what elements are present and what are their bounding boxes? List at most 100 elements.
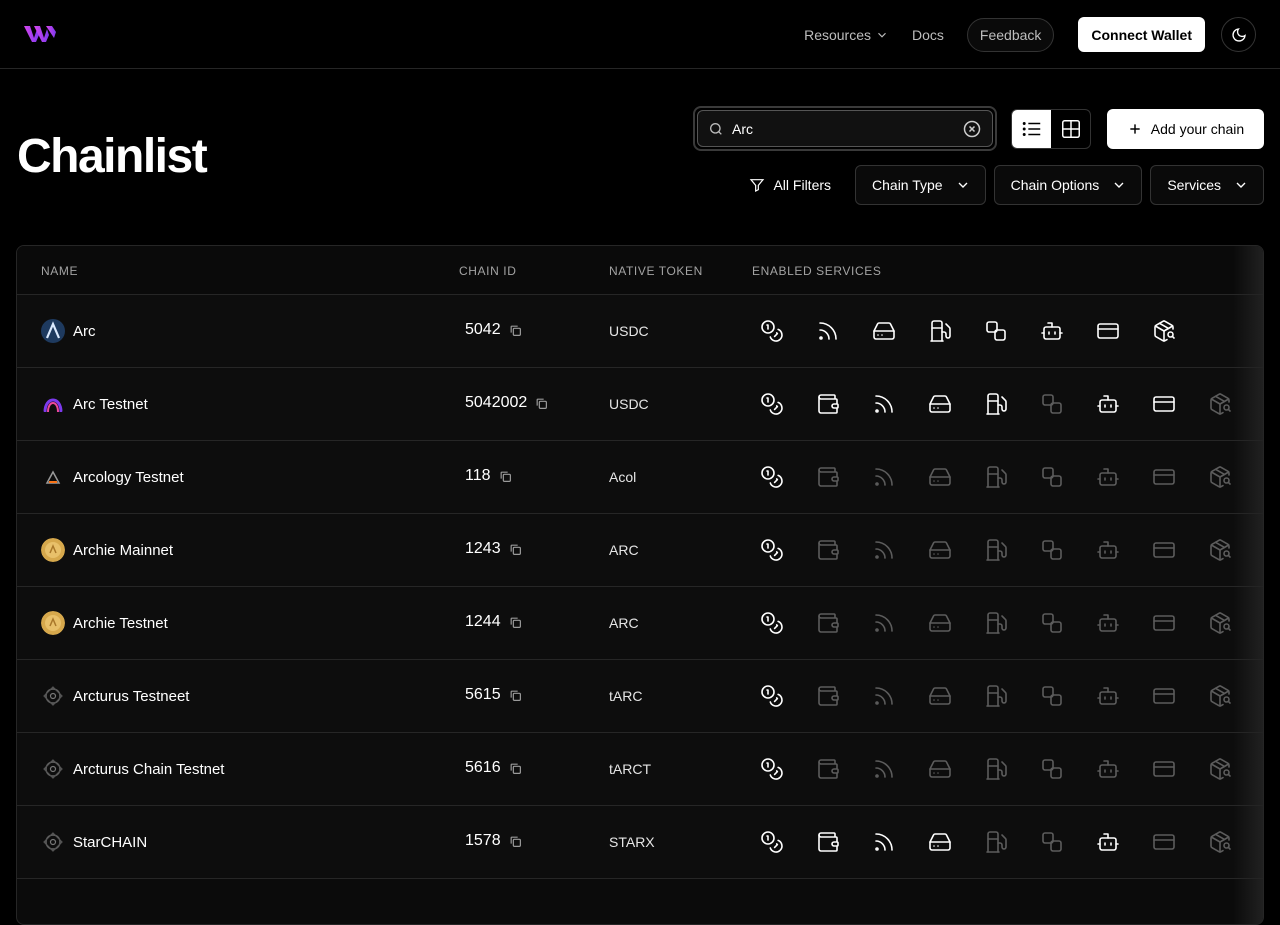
header-name[interactable]: NAME — [41, 264, 78, 278]
resources-menu[interactable]: Resources — [804, 27, 889, 43]
fuel-icon[interactable] — [984, 538, 1008, 562]
coins-icon[interactable] — [760, 319, 784, 343]
list-view-button[interactable] — [1012, 110, 1051, 148]
fuel-icon[interactable] — [984, 684, 1008, 708]
header-chain-id[interactable]: CHAIN ID — [459, 264, 516, 278]
bot-icon[interactable] — [1096, 684, 1120, 708]
chain-name-cell[interactable]: Arc Testnet — [41, 392, 148, 416]
copy-icon[interactable] — [499, 470, 512, 483]
docs-link[interactable]: Docs — [912, 27, 944, 43]
search-input[interactable] — [732, 120, 954, 137]
bridge-icon[interactable] — [1040, 611, 1064, 635]
chain-name[interactable]: Arc — [73, 323, 96, 340]
card-icon[interactable] — [1152, 611, 1176, 635]
bridge-icon[interactable] — [1040, 538, 1064, 562]
card-icon[interactable] — [1152, 757, 1176, 781]
card-icon[interactable] — [1152, 392, 1176, 416]
table-row[interactable]: Arc 5042 USDC — [17, 295, 1263, 368]
wallet-icon[interactable] — [816, 538, 840, 562]
fuel-icon[interactable] — [928, 319, 952, 343]
coins-icon[interactable] — [760, 611, 784, 635]
rss-icon[interactable] — [872, 538, 896, 562]
wallet-icon[interactable] — [816, 611, 840, 635]
bot-icon[interactable] — [1096, 392, 1120, 416]
fuel-icon[interactable] — [984, 392, 1008, 416]
drive-icon[interactable] — [928, 392, 952, 416]
bridge-icon[interactable] — [984, 319, 1008, 343]
table-row[interactable]: Arcturus Chain Testnet 5616 tARCT — [17, 733, 1263, 806]
package-search-icon[interactable] — [1208, 757, 1232, 781]
chain-name[interactable]: Arcturus Chain Testnet — [73, 761, 224, 778]
header-native-token[interactable]: NATIVE TOKEN — [609, 264, 703, 278]
coins-icon[interactable] — [760, 757, 784, 781]
connect-wallet-button[interactable]: Connect Wallet — [1078, 17, 1205, 52]
drive-icon[interactable] — [928, 830, 952, 854]
bot-icon[interactable] — [1096, 757, 1120, 781]
chain-name[interactable]: Arc Testnet — [73, 396, 148, 413]
package-search-icon[interactable] — [1152, 319, 1176, 343]
rss-icon[interactable] — [872, 392, 896, 416]
rss-icon[interactable] — [872, 684, 896, 708]
bot-icon[interactable] — [1096, 611, 1120, 635]
coins-icon[interactable] — [760, 392, 784, 416]
chain-name[interactable]: Arcology Testnet — [73, 469, 184, 486]
package-search-icon[interactable] — [1208, 684, 1232, 708]
drive-icon[interactable] — [928, 465, 952, 489]
card-icon[interactable] — [1152, 538, 1176, 562]
coins-icon[interactable] — [760, 684, 784, 708]
chain-name[interactable]: Archie Mainnet — [73, 542, 173, 559]
package-search-icon[interactable] — [1208, 830, 1232, 854]
package-search-icon[interactable] — [1208, 465, 1232, 489]
chain-name-cell[interactable]: Arcturus Chain Testnet — [41, 757, 224, 781]
table-row[interactable]: Arcology Testnet 118 Acol — [17, 441, 1263, 514]
bridge-icon[interactable] — [1040, 830, 1064, 854]
add-chain-button[interactable]: Add your chain — [1107, 109, 1264, 149]
logo[interactable] — [24, 24, 56, 44]
card-icon[interactable] — [1152, 830, 1176, 854]
bot-icon[interactable] — [1096, 830, 1120, 854]
chain-type-dropdown[interactable]: Chain Type — [855, 165, 986, 205]
services-dropdown[interactable]: Services — [1150, 165, 1264, 205]
bridge-icon[interactable] — [1040, 684, 1064, 708]
wallet-icon[interactable] — [816, 392, 840, 416]
wallet-icon[interactable] — [816, 684, 840, 708]
rss-icon[interactable] — [816, 319, 840, 343]
package-search-icon[interactable] — [1208, 392, 1232, 416]
coins-icon[interactable] — [760, 465, 784, 489]
chain-name-cell[interactable]: Arc — [41, 319, 96, 343]
chain-name-cell[interactable]: Arcturus Testneet — [41, 684, 189, 708]
copy-icon[interactable] — [509, 616, 522, 629]
package-search-icon[interactable] — [1208, 538, 1232, 562]
drive-icon[interactable] — [928, 684, 952, 708]
table-row[interactable]: StarCHAIN 1578 STARX — [17, 806, 1263, 879]
theme-toggle-button[interactable] — [1221, 17, 1256, 52]
copy-icon[interactable] — [509, 762, 522, 775]
chain-name[interactable]: Arcturus Testneet — [73, 688, 189, 705]
chain-name-cell[interactable]: Arcology Testnet — [41, 465, 184, 489]
table-row[interactable]: Arc Testnet 5042002 USDC — [17, 368, 1263, 441]
feedback-button[interactable]: Feedback — [966, 17, 1055, 52]
copy-icon[interactable] — [509, 689, 522, 702]
rss-icon[interactable] — [872, 757, 896, 781]
drive-icon[interactable] — [872, 319, 896, 343]
fuel-icon[interactable] — [984, 611, 1008, 635]
bot-icon[interactable] — [1096, 465, 1120, 489]
copy-icon[interactable] — [509, 324, 522, 337]
copy-icon[interactable] — [509, 835, 522, 848]
drive-icon[interactable] — [928, 611, 952, 635]
chain-name-cell[interactable]: StarCHAIN — [41, 830, 147, 854]
grid-view-button[interactable] — [1051, 110, 1090, 148]
chain-name[interactable]: Archie Testnet — [73, 615, 168, 632]
bot-icon[interactable] — [1096, 538, 1120, 562]
table-row[interactable]: Archie Testnet 1244 ARC — [17, 587, 1263, 660]
rss-icon[interactable] — [872, 465, 896, 489]
coins-icon[interactable] — [760, 830, 784, 854]
rss-icon[interactable] — [872, 830, 896, 854]
card-icon[interactable] — [1152, 465, 1176, 489]
bridge-icon[interactable] — [1040, 465, 1064, 489]
coins-icon[interactable] — [760, 538, 784, 562]
wallet-icon[interactable] — [816, 830, 840, 854]
drive-icon[interactable] — [928, 538, 952, 562]
table-row[interactable]: Archie Mainnet 1243 ARC — [17, 514, 1263, 587]
bot-icon[interactable] — [1040, 319, 1064, 343]
